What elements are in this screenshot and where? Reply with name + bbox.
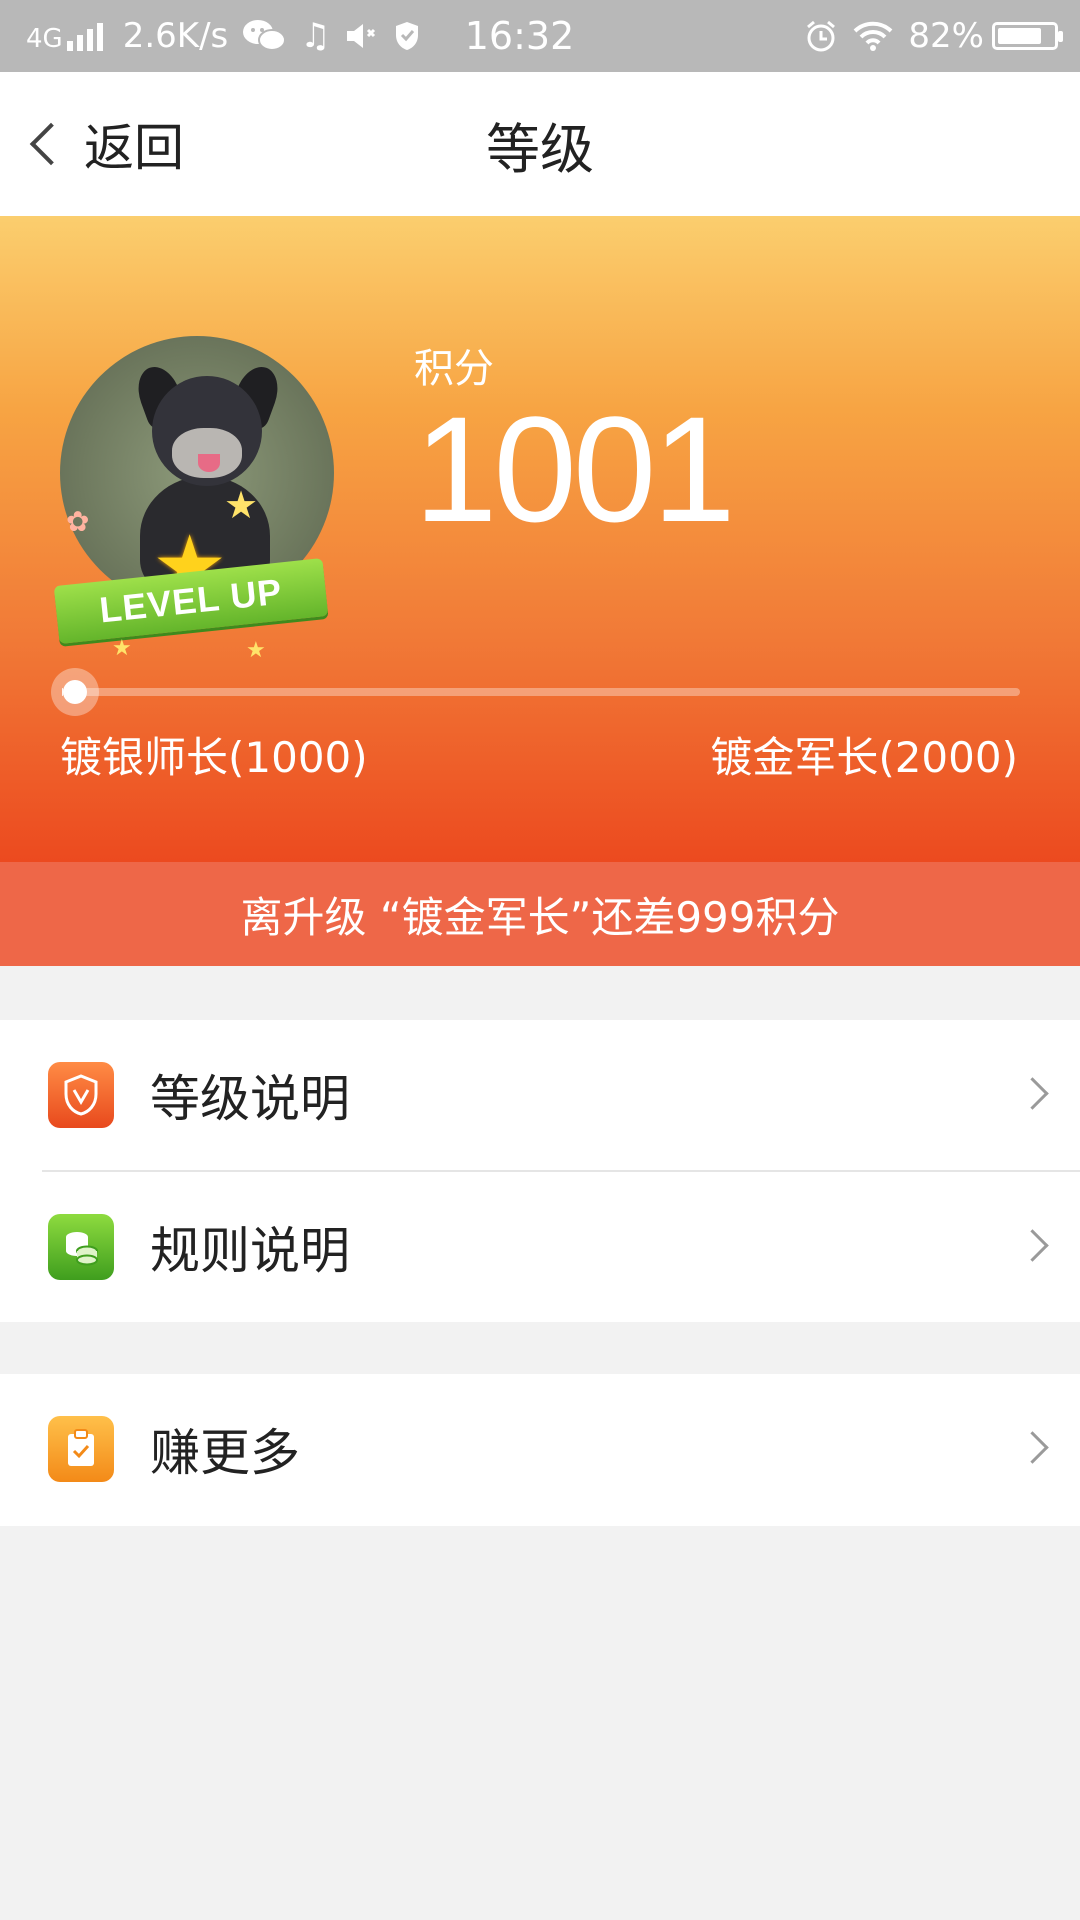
- menu-item-label: 等级说明: [150, 1070, 350, 1128]
- star-icon: ★: [224, 483, 259, 527]
- progress-knob: [50, 668, 99, 716]
- level-progress-bar: [50, 668, 1020, 716]
- nav-header: 返回 等级: [0, 72, 1080, 217]
- chevron-right-icon: [1016, 1431, 1049, 1464]
- wechat-icon: [242, 18, 287, 54]
- menu-group: 赚更多: [0, 1374, 1080, 1526]
- clock-time: 16:32: [464, 14, 575, 58]
- menu-group: 等级说明 规则说明: [0, 1020, 1080, 1322]
- level-up-ribbon: LEVEL UP: [53, 558, 329, 644]
- alarm-icon: [804, 19, 838, 53]
- level-up-text: LEVEL UP: [97, 570, 285, 631]
- status-bar: 4G 2.6K/s ♫ 16:32 82%: [0, 0, 1080, 72]
- shield-status-icon: [393, 20, 421, 52]
- menu-item-label: 规则说明: [150, 1222, 350, 1280]
- chevron-right-icon: [1016, 1077, 1049, 1110]
- star-icon: ✿: [66, 505, 90, 538]
- current-level-label: 镀银师长(1000): [60, 733, 368, 782]
- page-title: 等级: [486, 117, 594, 181]
- coins-icon: [48, 1214, 114, 1280]
- signal-icon: [66, 21, 107, 51]
- upgrade-hint: 离升级 “镀金军长”还差999积分: [0, 862, 1080, 966]
- wifi-icon: [852, 20, 894, 52]
- volume-icon: [345, 21, 379, 51]
- menu-item-rules[interactable]: 规则说明: [0, 1172, 1080, 1322]
- sparkle-icon: ★: [246, 638, 266, 663]
- battery-percent: 82%: [908, 16, 984, 56]
- network-speed: 2.6K/s: [122, 16, 229, 56]
- chevron-right-icon: [1016, 1229, 1049, 1262]
- menu-item-level-info[interactable]: 等级说明: [0, 1020, 1080, 1170]
- clipboard-check-icon: [48, 1416, 114, 1482]
- avatar-with-badge[interactable]: ✿ ★ ★ LEVEL UP ★ ★: [53, 336, 336, 663]
- menu-item-label: 赚更多: [150, 1424, 300, 1482]
- music-icon: ♫: [300, 16, 331, 56]
- battery-icon: [992, 22, 1063, 50]
- shield-icon: [48, 1062, 114, 1128]
- network-type: 4G: [26, 24, 63, 54]
- sparkle-icon: ★: [112, 636, 132, 661]
- score-value: 1001: [414, 385, 736, 553]
- level-hero-card: ✿ ★ ★ LEVEL UP ★ ★ 积分 1001 镀银师长(1000) 镀金…: [0, 216, 1080, 862]
- next-level-label: 镀金军长(2000): [710, 733, 1018, 782]
- menu-item-earn-more[interactable]: 赚更多: [0, 1374, 1080, 1524]
